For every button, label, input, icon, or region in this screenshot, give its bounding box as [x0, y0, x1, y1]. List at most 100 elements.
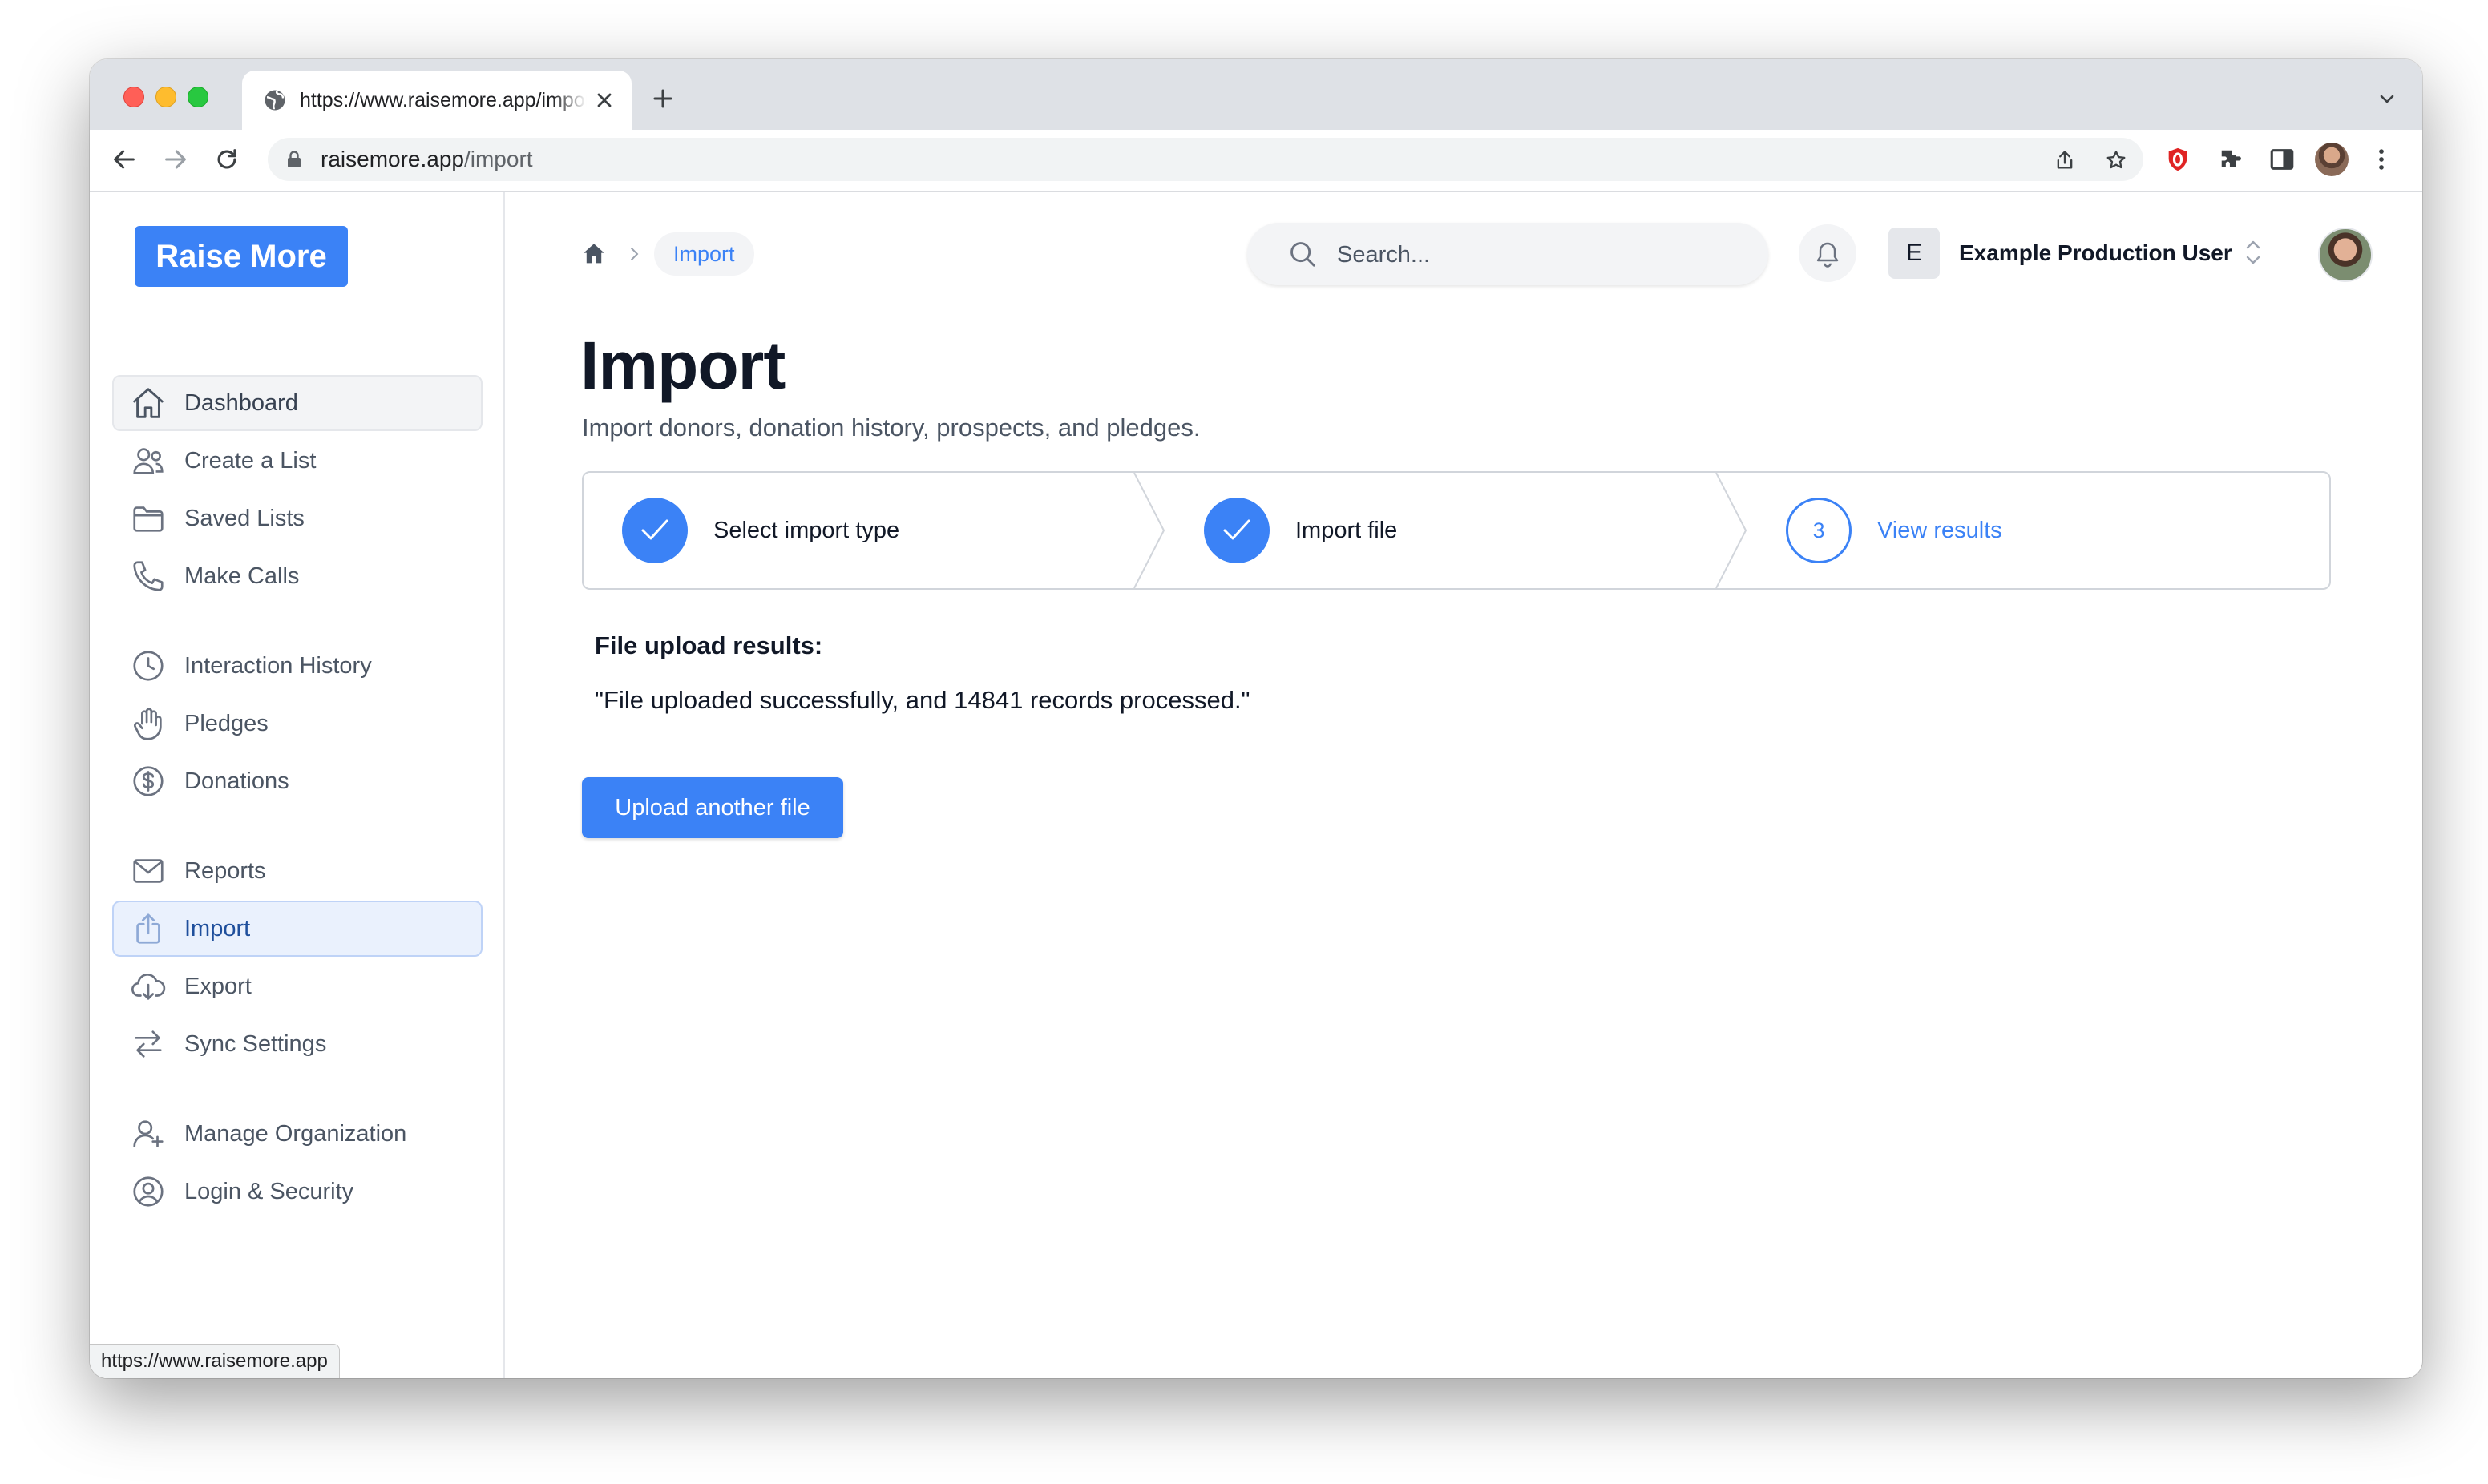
chevron-down-icon[interactable]: [2376, 90, 2398, 109]
hand-icon: [134, 708, 162, 740]
step-number-badge: 3: [1786, 498, 1852, 563]
step-select-import-type[interactable]: Select import type: [622, 473, 899, 588]
url-text: raisemore.app/import: [321, 147, 533, 171]
main-content: Import E Example Production User Import: [505, 192, 2422, 1378]
extensions-puzzle-icon[interactable]: [2217, 146, 2244, 173]
step-label: Import file: [1295, 517, 1398, 543]
chevron-right-icon: [631, 248, 639, 260]
avatar[interactable]: [2318, 228, 2373, 282]
app: Raise More Dashboard Create a List Saved…: [90, 192, 2422, 1378]
sidebar-item-dashboard[interactable]: Dashboard: [112, 375, 483, 431]
browser-window: https://www.raisemore.app/import raisemo…: [90, 59, 2422, 1378]
new-tab-icon[interactable]: [651, 87, 675, 111]
sidebar: Raise More Dashboard Create a List Saved…: [90, 192, 505, 1378]
step-complete-badge: [622, 498, 688, 563]
sidebar-item-label: Dashboard: [184, 389, 298, 416]
upload-another-file-button[interactable]: Upload another file: [582, 777, 843, 838]
sidebar-item-label: Interaction History: [184, 652, 372, 679]
close-window-button[interactable]: [123, 87, 144, 107]
sidebar-item-manage-organization[interactable]: Manage Organization: [112, 1106, 483, 1162]
dollar-icon: [133, 766, 164, 796]
sidebar-item-saved-lists[interactable]: Saved Lists: [112, 490, 483, 546]
mail-icon: [133, 859, 164, 883]
home-icon: [133, 388, 164, 418]
search-icon: [1290, 242, 1315, 267]
sidebar-item-label: Export: [184, 973, 252, 999]
sidebar-item-login-security[interactable]: Login & Security: [112, 1163, 483, 1220]
sidebar-item-donations[interactable]: Donations: [112, 753, 483, 809]
users-icon: [133, 448, 164, 474]
globe-icon: [265, 90, 285, 111]
bell-icon: [1816, 242, 1839, 268]
user-plus-icon: [133, 1120, 164, 1147]
sidebar-item-reports[interactable]: Reports: [112, 843, 483, 899]
phone-icon: [133, 561, 164, 591]
sidebar-item-export[interactable]: Export: [112, 958, 483, 1014]
step-label: View results: [1877, 517, 2002, 543]
minimize-window-button[interactable]: [156, 87, 176, 107]
step-divider: [1715, 473, 1747, 588]
lock-icon[interactable]: [287, 151, 301, 168]
forward-icon[interactable]: [162, 146, 189, 173]
upload-icon: [136, 913, 160, 944]
sidebar-item-interaction-history[interactable]: Interaction History: [112, 638, 483, 694]
back-icon[interactable]: [111, 146, 138, 173]
sidebar-item-sync-settings[interactable]: Sync Settings: [112, 1016, 483, 1072]
address-bar[interactable]: raisemore.app/import: [268, 138, 2143, 181]
step-complete-badge: [1204, 498, 1270, 563]
home-icon[interactable]: [580, 240, 608, 268]
page-title: Import: [580, 328, 786, 403]
maximize-window-button[interactable]: [188, 87, 208, 107]
notifications-button[interactable]: [1799, 224, 1856, 282]
sidebar-item-label: Pledges: [184, 710, 269, 736]
results-heading: File upload results:: [595, 631, 823, 659]
breadcrumb[interactable]: Import: [654, 232, 754, 276]
sidebar-item-label: Login & Security: [184, 1178, 354, 1204]
side-panel-icon[interactable]: [2268, 146, 2296, 173]
step-divider: [1133, 473, 1165, 588]
extension-shield-icon[interactable]: [2164, 146, 2191, 173]
sidebar-item-label: Saved Lists: [184, 505, 305, 531]
chevron-up-down-icon[interactable]: [2243, 236, 2264, 269]
arrows-icon: [135, 1030, 162, 1058]
step-label: Select import type: [713, 517, 900, 543]
user-circle-icon: [133, 1176, 164, 1207]
sidebar-item-label: Import: [184, 915, 251, 942]
sidebar-item-label: Donations: [184, 768, 289, 794]
sidebar-item-label: Manage Organization: [184, 1120, 407, 1147]
sidebar-item-label: Reports: [184, 857, 266, 884]
sidebar-item-label: Create a List: [184, 447, 317, 474]
import-steps: Select import type Import file 3 View re…: [582, 471, 2331, 590]
browser-tab[interactable]: https://www.raisemore.app/import: [242, 71, 632, 130]
bookmark-star-icon[interactable]: [2105, 149, 2127, 171]
more-menu-icon[interactable]: [2368, 146, 2395, 173]
share-icon[interactable]: [2054, 149, 2076, 171]
org-initial-badge[interactable]: E: [1888, 228, 1940, 279]
close-tab-icon[interactable]: [593, 89, 616, 111]
sidebar-item-label: Make Calls: [184, 563, 300, 589]
browser-profile-avatar[interactable]: [2315, 143, 2349, 176]
step-import-file[interactable]: Import file: [1204, 473, 1397, 588]
browser-toolbar: raisemore.app/import: [90, 130, 2422, 192]
sidebar-item-label: Sync Settings: [184, 1030, 327, 1057]
step-view-results[interactable]: 3 View results: [1786, 473, 2002, 588]
org-switcher-name[interactable]: Example Production User: [1959, 237, 2232, 269]
tab-title: https://www.raisemore.app/import: [300, 89, 587, 111]
sidebar-item-pledges[interactable]: Pledges: [112, 696, 483, 752]
status-bar-url: https://www.raisemore.app: [90, 1344, 340, 1378]
folder-icon: [133, 506, 164, 532]
cloud-download-icon: [131, 974, 166, 1000]
search-box[interactable]: [1247, 223, 1768, 287]
tab-strip: https://www.raisemore.app/import: [90, 59, 2422, 130]
sidebar-item-make-calls[interactable]: Make Calls: [112, 548, 483, 604]
reload-icon[interactable]: [213, 146, 240, 173]
brand-logo[interactable]: Raise More: [135, 226, 348, 287]
sidebar-item-create-list[interactable]: Create a List: [112, 433, 483, 489]
sidebar-item-import[interactable]: Import: [112, 901, 483, 957]
check-icon: [641, 519, 668, 540]
check-icon: [1223, 519, 1250, 540]
clock-icon: [133, 651, 164, 681]
search-input[interactable]: [1335, 223, 1739, 287]
page-subtitle: Import donors, donation history, prospec…: [582, 413, 1201, 442]
results-message: "File uploaded successfully, and 14841 r…: [595, 686, 1250, 714]
